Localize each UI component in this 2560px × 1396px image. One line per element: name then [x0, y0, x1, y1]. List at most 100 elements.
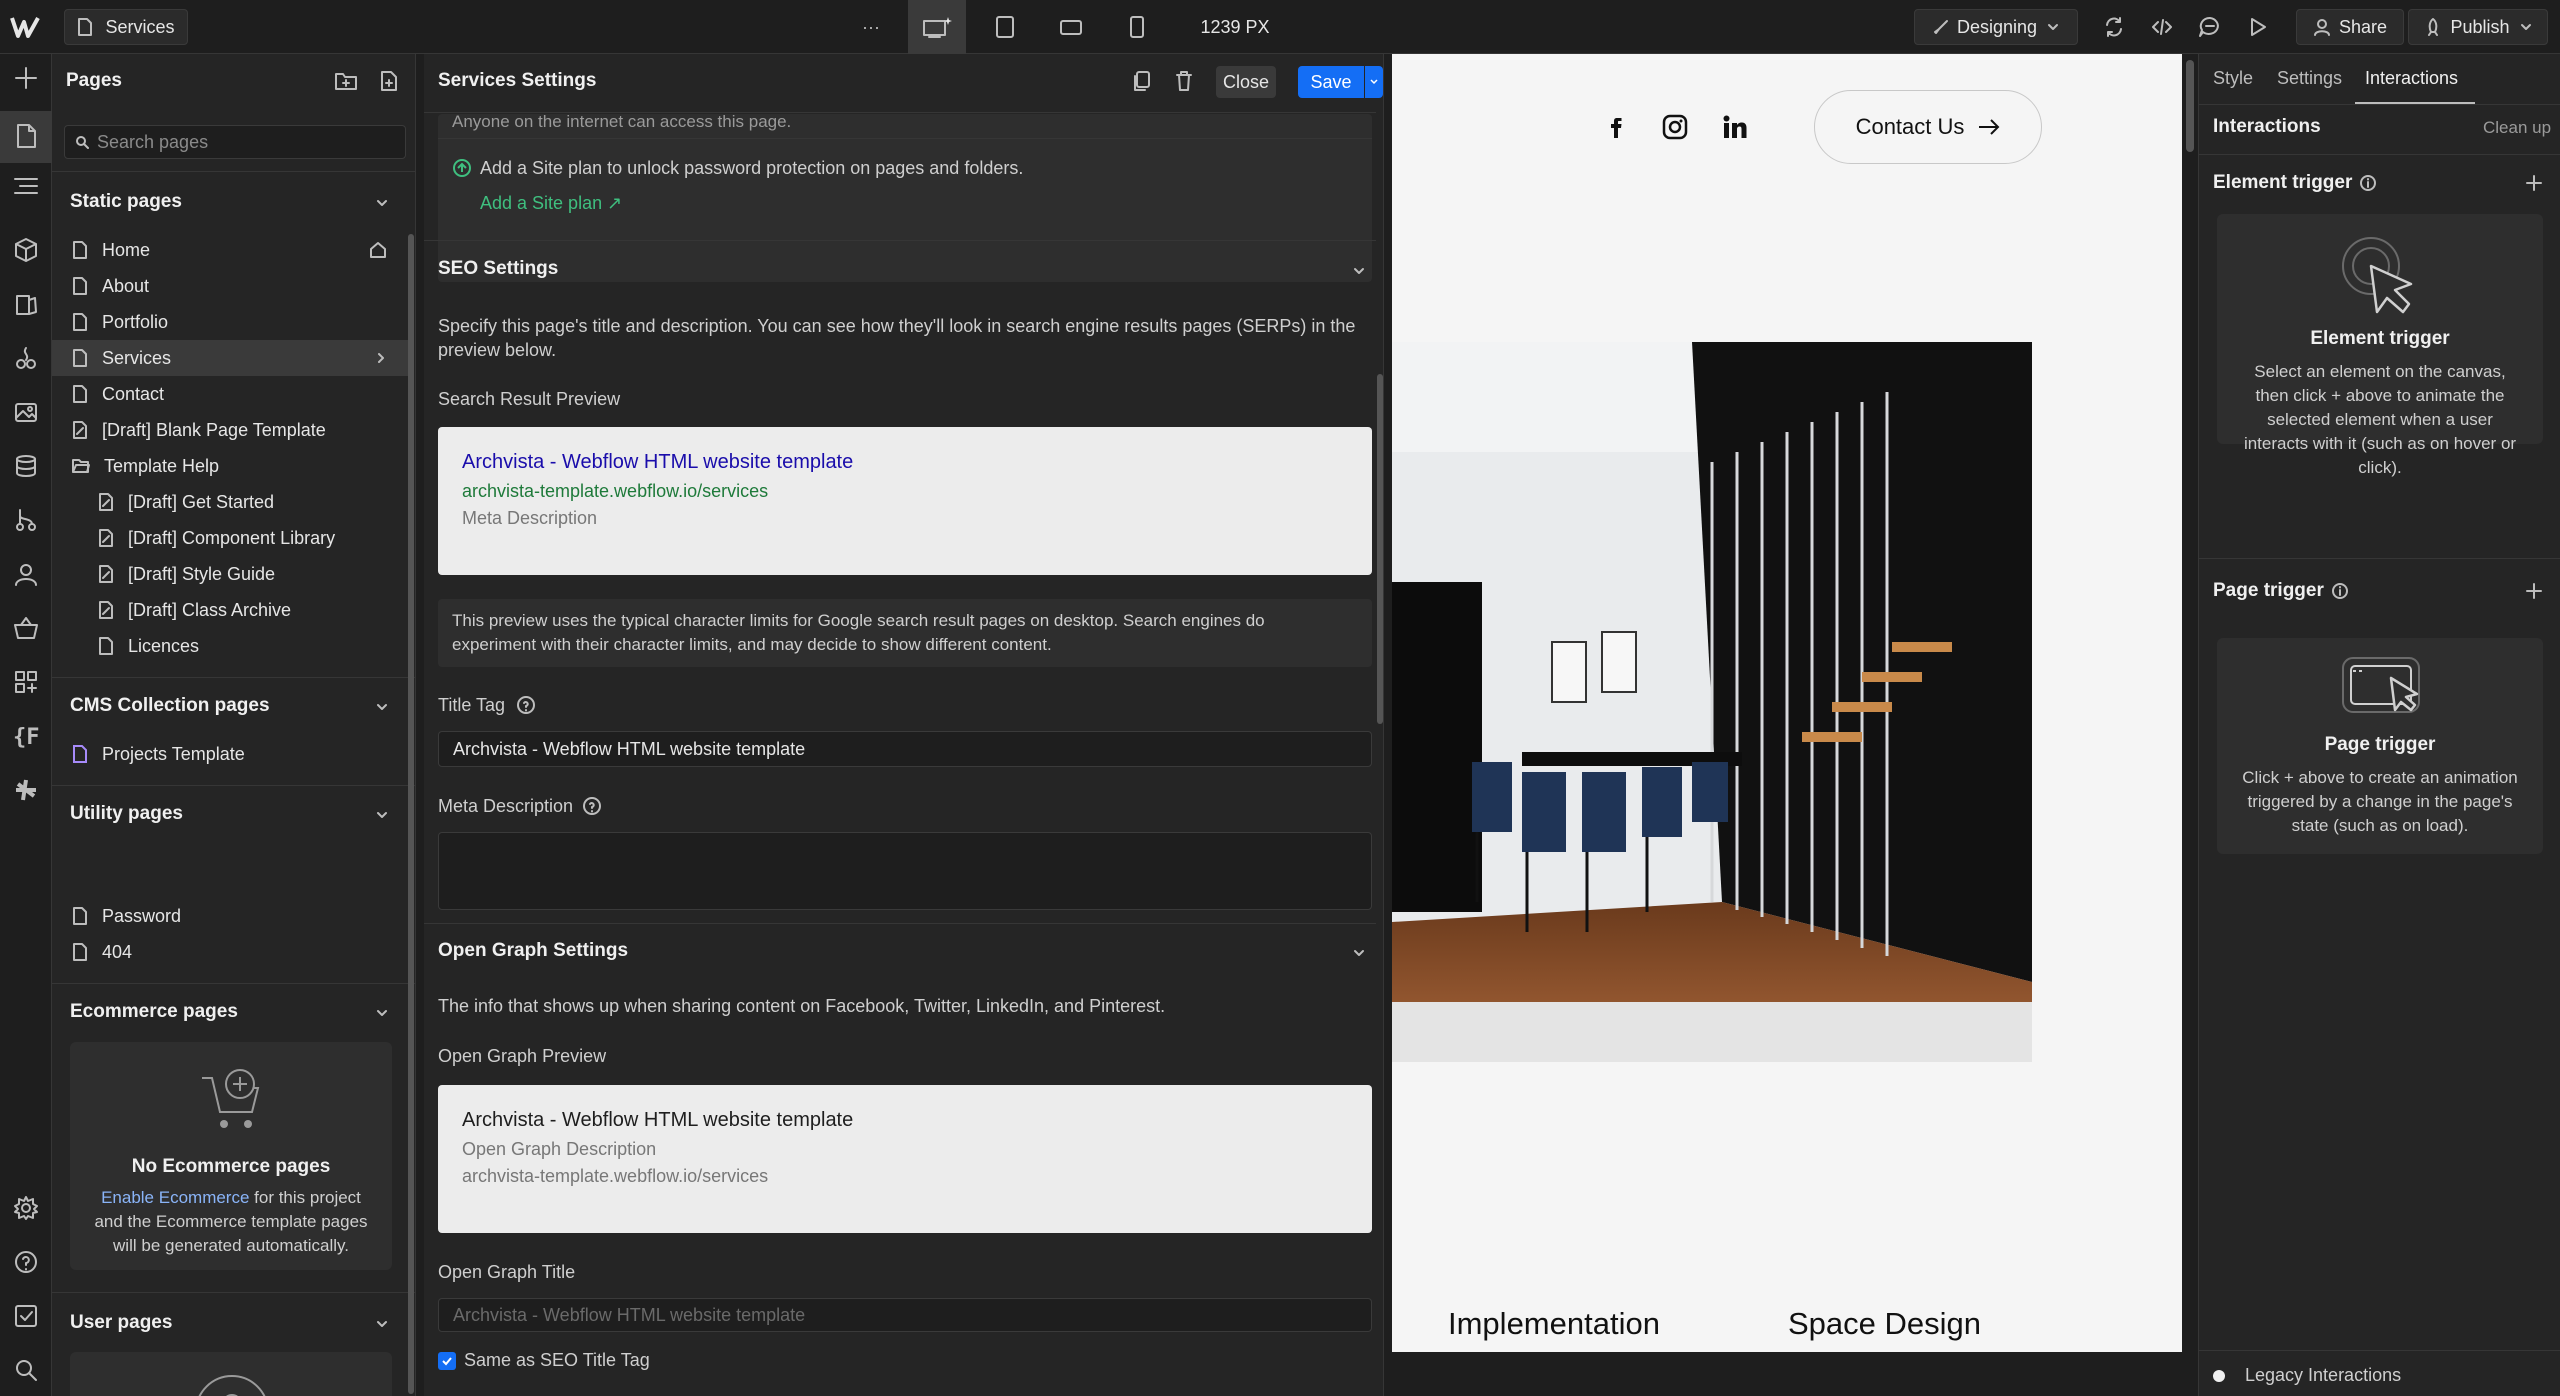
ecommerce-icon[interactable]	[12, 614, 40, 642]
page-row-projects-template[interactable]: Projects Template	[52, 736, 408, 772]
help-icon[interactable]	[516, 695, 536, 715]
pages-icon[interactable]	[12, 122, 40, 150]
static-pages-title[interactable]: Static pages	[70, 191, 182, 213]
close-button[interactable]: Close	[1216, 66, 1276, 98]
navigator-icon[interactable]	[12, 172, 40, 200]
ecommerce-pages-title[interactable]: Ecommerce pages	[70, 1001, 238, 1023]
add-site-plan-link[interactable]: Add a Site plan ↗	[480, 193, 622, 214]
page-row-home[interactable]: Home	[52, 232, 408, 268]
page-row-services[interactable]: Services	[52, 340, 408, 376]
style-guide-icon[interactable]	[12, 290, 40, 318]
apps-icon[interactable]	[12, 668, 40, 696]
og-title-input[interactable]: Archvista - Webflow HTML website templat…	[438, 1298, 1372, 1332]
page-row-contact[interactable]: Contact	[52, 376, 408, 412]
chevron-down-icon[interactable]	[375, 196, 389, 210]
cms-pages-title[interactable]: CMS Collection pages	[70, 695, 270, 717]
help-icon[interactable]	[582, 796, 602, 816]
tab-settings[interactable]: Settings	[2277, 68, 2342, 89]
legacy-interactions-toggle[interactable]: Legacy Interactions	[2213, 1365, 2401, 1386]
open-graph-settings-title[interactable]: Open Graph Settings	[438, 940, 628, 962]
page-row-get-started[interactable]: [Draft] Get Started	[52, 484, 408, 520]
design-canvas[interactable]: Contact Us Implementation Space Design	[1392, 54, 2182, 1352]
audit-icon[interactable]	[12, 1302, 40, 1330]
page-row-portfolio[interactable]: Portfolio	[52, 304, 408, 340]
utility-pages-title[interactable]: Utility pages	[70, 803, 183, 825]
page-selector-button[interactable]: Services	[64, 9, 188, 45]
assets-icon[interactable]	[12, 398, 40, 426]
logic-icon[interactable]	[12, 506, 40, 534]
chevron-down-icon[interactable]	[375, 1317, 389, 1331]
publish-button[interactable]: Publish	[2408, 9, 2548, 45]
tab-interactions[interactable]: Interactions	[2365, 68, 2458, 89]
comments-button[interactable]	[2194, 9, 2226, 45]
sync-button[interactable]	[2098, 9, 2130, 45]
chevron-down-icon[interactable]	[1352, 264, 1366, 278]
facebook-icon[interactable]	[1606, 114, 1626, 140]
breakpoint-landscape-button[interactable]	[1056, 9, 1086, 45]
mode-selector-button[interactable]: Designing	[1914, 9, 2078, 45]
breakpoint-tablet-button[interactable]	[990, 9, 1020, 45]
delete-page-icon[interactable]	[1174, 70, 1194, 92]
preview-button[interactable]	[2242, 9, 2274, 45]
duplicate-page-icon[interactable]	[1132, 70, 1152, 92]
canvas-width-readout[interactable]: 1239 PX	[1180, 9, 1290, 45]
chevron-down-icon[interactable]	[375, 1006, 389, 1020]
page-row-password[interactable]: Password	[52, 898, 408, 934]
implementation-label[interactable]: Implementation	[1448, 1306, 1660, 1342]
tab-style[interactable]: Style	[2213, 68, 2253, 89]
pages-scrollbar[interactable]	[408, 174, 414, 1396]
more-options-button[interactable]: ···	[856, 9, 886, 45]
user-pages-title[interactable]: User pages	[70, 1312, 172, 1334]
search-pages-input[interactable]: Search pages	[64, 125, 406, 159]
users-icon[interactable]	[12, 560, 40, 588]
seo-settings-title[interactable]: SEO Settings	[438, 258, 558, 280]
clean-up-button[interactable]: Clean up	[2483, 118, 2551, 138]
page-row-class-archive[interactable]: [Draft] Class Archive	[52, 592, 408, 628]
code-button[interactable]	[2146, 9, 2178, 45]
page-row-component-library[interactable]: [Draft] Component Library	[52, 520, 408, 556]
chevron-down-icon[interactable]	[375, 808, 389, 822]
save-options-button[interactable]	[1365, 66, 1383, 98]
info-icon[interactable]	[2359, 174, 2377, 192]
components-icon[interactable]	[12, 236, 40, 264]
page-row-blank-template[interactable]: [Draft] Blank Page Template	[52, 412, 408, 448]
title-tag-input[interactable]: Archvista - Webflow HTML website templat…	[438, 731, 1372, 767]
page-row-style-guide[interactable]: [Draft] Style Guide	[52, 556, 408, 592]
same-as-seo-checkbox-row[interactable]: Same as SEO Title Tag	[438, 1350, 650, 1371]
interior-photo[interactable]	[1392, 342, 2032, 1062]
chevron-down-icon[interactable]	[375, 700, 389, 714]
settings-icon[interactable]	[12, 1194, 40, 1222]
new-folder-icon[interactable]	[334, 70, 358, 92]
save-button[interactable]: Save	[1298, 66, 1364, 98]
add-page-trigger-icon[interactable]	[2525, 582, 2543, 600]
share-button[interactable]: Share	[2296, 9, 2404, 45]
help-icon[interactable]	[12, 1248, 40, 1276]
add-element-trigger-icon[interactable]	[2525, 174, 2543, 192]
canvas-scrollbar[interactable]	[2182, 54, 2198, 1396]
folder-row-template-help[interactable]: Template Help	[52, 448, 408, 484]
breakpoint-portrait-button[interactable]	[1122, 9, 1152, 45]
add-elements-icon[interactable]	[12, 64, 40, 92]
webflow-logo-icon[interactable]	[10, 14, 40, 40]
chevron-right-icon[interactable]	[374, 351, 388, 365]
new-page-icon[interactable]	[378, 70, 400, 92]
chevron-down-icon[interactable]	[1352, 946, 1366, 960]
settings-scrollbar[interactable]	[1376, 114, 1383, 1396]
relume-icon[interactable]	[12, 776, 40, 804]
contact-us-button[interactable]: Contact Us	[1814, 90, 2042, 164]
same-as-seo-checkbox[interactable]	[438, 1351, 456, 1370]
cms-icon[interactable]	[12, 452, 40, 480]
linkedin-icon[interactable]	[1722, 114, 1748, 140]
breakpoint-desktop-button[interactable]	[908, 0, 966, 54]
instagram-icon[interactable]	[1662, 114, 1688, 140]
page-row-404[interactable]: 404	[52, 934, 408, 970]
enable-ecommerce-link[interactable]: Enable Ecommerce	[101, 1188, 249, 1207]
search-icon[interactable]	[12, 1356, 40, 1384]
variables-icon[interactable]	[12, 344, 40, 372]
space-design-label[interactable]: Space Design	[1788, 1306, 1981, 1342]
page-row-licences[interactable]: Licences	[52, 628, 408, 664]
finsweet-icon[interactable]: {F	[12, 722, 40, 750]
info-icon[interactable]	[2331, 582, 2349, 600]
meta-description-textarea[interactable]	[438, 832, 1372, 910]
page-row-about[interactable]: About	[52, 268, 408, 304]
